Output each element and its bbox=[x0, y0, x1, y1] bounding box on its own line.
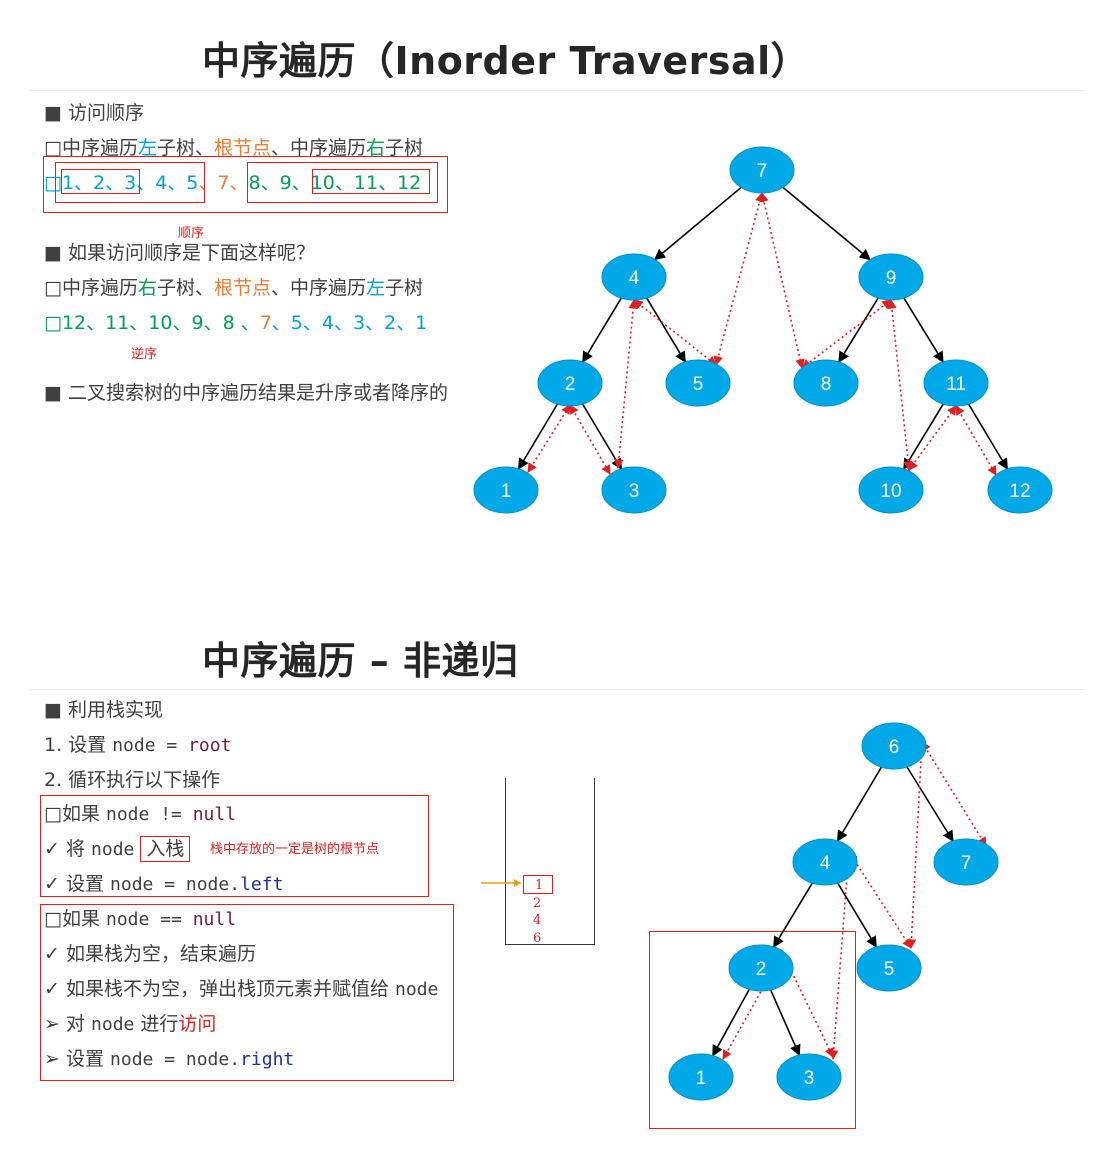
tree2-edge-6-4 bbox=[836, 766, 883, 842]
tree2-node-5: 5 bbox=[856, 944, 922, 992]
tree2-node-label-7: 7 bbox=[961, 853, 972, 874]
tree2-node-label-2: 2 bbox=[756, 959, 767, 980]
tree2-node-6: 6 bbox=[861, 722, 927, 770]
tree2-edge-4-2 bbox=[773, 882, 813, 948]
tree2-node-1: 1 bbox=[668, 1053, 734, 1101]
tree2-traversal-6-7 bbox=[921, 741, 987, 847]
tree2-diagram: 6 4 7 2 5 1 3 bbox=[481, 722, 999, 1101]
tree2-node-2: 2 bbox=[728, 944, 794, 992]
tree2-node-4: 4 bbox=[792, 838, 858, 886]
tree2-node-3: 3 bbox=[776, 1053, 842, 1101]
tree2-node-label-1: 1 bbox=[696, 1068, 707, 1089]
tree2-traversal-5-6 bbox=[906, 741, 927, 949]
tree2-node-label-5: 5 bbox=[884, 959, 895, 980]
tree2-node-label-6: 6 bbox=[889, 737, 900, 758]
tree2-edge-6-7 bbox=[906, 766, 954, 842]
stack-pointer-head bbox=[514, 879, 521, 887]
tree2-edge-4-5 bbox=[837, 882, 877, 948]
tree2-node-label-4: 4 bbox=[820, 853, 831, 874]
tree2-edge-2-3 bbox=[769, 989, 801, 1057]
tree2-traversal-4-5 bbox=[848, 851, 912, 949]
tree2-node-7: 7 bbox=[933, 838, 999, 886]
tree2-node-label-3: 3 bbox=[804, 1068, 815, 1089]
